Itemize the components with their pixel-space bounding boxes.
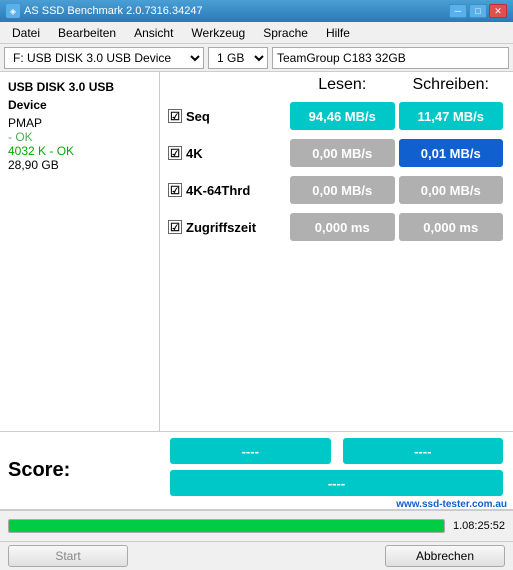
right-panel: Lesen: Schreiben: ☑ Seq 94,46 MB/s 11,47… <box>160 72 513 431</box>
minimize-button[interactable]: ─ <box>449 4 467 18</box>
score-results: ---- ---- ---- <box>168 438 505 503</box>
lesen-header: Lesen: <box>288 76 397 94</box>
menu-werkzeug[interactable]: Werkzeug <box>183 24 253 42</box>
seq-checkbox[interactable]: ☑ <box>168 109 182 123</box>
device-name-line1: USB DISK 3.0 USB <box>8 80 151 94</box>
title-bar: ◈ AS SSD Benchmark 2.0.7316.34247 ─ □ ✕ <box>0 0 513 22</box>
seq-row: ☑ Seq 94,46 MB/s 11,47 MB/s <box>168 100 505 132</box>
4k64thrd-checkbox[interactable]: ☑ <box>168 183 182 197</box>
cancel-button[interactable]: Abbrechen <box>385 545 505 567</box>
menu-bar: Datei Bearbeiten Ansicht Werkzeug Sprach… <box>0 22 513 44</box>
start-button[interactable]: Start <box>8 545 128 567</box>
watermark: www.ssd-tester.com.au <box>396 499 507 510</box>
progress-bar-fill <box>9 520 444 532</box>
zugriffszeit-read: 0,000 ms <box>290 213 395 241</box>
progress-bar-container <box>8 519 445 533</box>
4k64thrd-label: ☑ 4K-64Thrd <box>168 183 288 198</box>
status-ok-1: - OK <box>8 130 151 144</box>
drive-select[interactable]: F: USB DISK 3.0 USB Device <box>4 47 204 69</box>
4k-read: 0,00 MB/s <box>290 139 395 167</box>
toolbar: F: USB DISK 3.0 USB Device 1 GB <box>0 44 513 72</box>
column-headers: Lesen: Schreiben: <box>168 76 505 94</box>
4k-write: 0,01 MB/s <box>399 139 504 167</box>
menu-ansicht[interactable]: Ansicht <box>126 24 181 42</box>
menu-datei[interactable]: Datei <box>4 24 48 42</box>
score-read: ---- <box>170 438 331 464</box>
left-panel: USB DISK 3.0 USB Device PMAP - OK 4032 K… <box>0 72 160 431</box>
score-write: ---- <box>343 438 504 464</box>
bottom-buttons: Start Abbrechen <box>0 542 513 570</box>
4k64thrd-row: ☑ 4K-64Thrd 0,00 MB/s 0,00 MB/s <box>168 174 505 206</box>
seq-write: 11,47 MB/s <box>399 102 504 130</box>
maximize-button[interactable]: □ <box>469 4 487 18</box>
app-title: AS SSD Benchmark 2.0.7316.34247 <box>24 5 203 17</box>
seq-read: 94,46 MB/s <box>290 102 395 130</box>
menu-bearbeiten[interactable]: Bearbeiten <box>50 24 124 42</box>
score-label-container: Score: <box>8 438 168 503</box>
seq-label: ☑ Seq <box>168 109 288 124</box>
menu-hilfe[interactable]: Hilfe <box>318 24 358 42</box>
pmap-label: PMAP <box>8 116 151 130</box>
disk-name-input[interactable] <box>272 47 509 69</box>
window-controls: ─ □ ✕ <box>449 4 507 18</box>
schreiben-header: Schreiben: <box>397 76 506 94</box>
menu-sprache[interactable]: Sprache <box>255 24 316 42</box>
score-bottom-row: ---- <box>168 470 505 496</box>
zugriffszeit-write: 0,000 ms <box>399 213 504 241</box>
disk-size: 28,90 GB <box>8 158 151 172</box>
4k64thrd-write: 0,00 MB/s <box>399 176 504 204</box>
4k-label: ☑ 4K <box>168 146 288 161</box>
progress-area: 1.08:25:52 <box>0 510 513 542</box>
zugriffszeit-label: ☑ Zugriffszeit <box>168 220 288 235</box>
device-name-line2: Device <box>8 98 151 112</box>
close-button[interactable]: ✕ <box>489 4 507 18</box>
app-icon: ◈ <box>6 4 20 18</box>
4k-checkbox[interactable]: ☑ <box>168 146 182 160</box>
status-ok-2: 4032 K - OK <box>8 144 151 158</box>
4k64thrd-read: 0,00 MB/s <box>290 176 395 204</box>
zugriffszeit-row: ☑ Zugriffszeit 0,000 ms 0,000 ms <box>168 211 505 243</box>
score-top-row: ---- ---- <box>168 438 505 464</box>
score-label: Score: <box>8 459 70 482</box>
zugriffszeit-checkbox[interactable]: ☑ <box>168 220 182 234</box>
4k-row: ☑ 4K 0,00 MB/s 0,01 MB/s <box>168 137 505 169</box>
size-select[interactable]: 1 GB <box>208 47 268 69</box>
time-label: 1.08:25:52 <box>453 520 505 532</box>
score-total: ---- <box>170 470 503 496</box>
main-content: USB DISK 3.0 USB Device PMAP - OK 4032 K… <box>0 72 513 432</box>
